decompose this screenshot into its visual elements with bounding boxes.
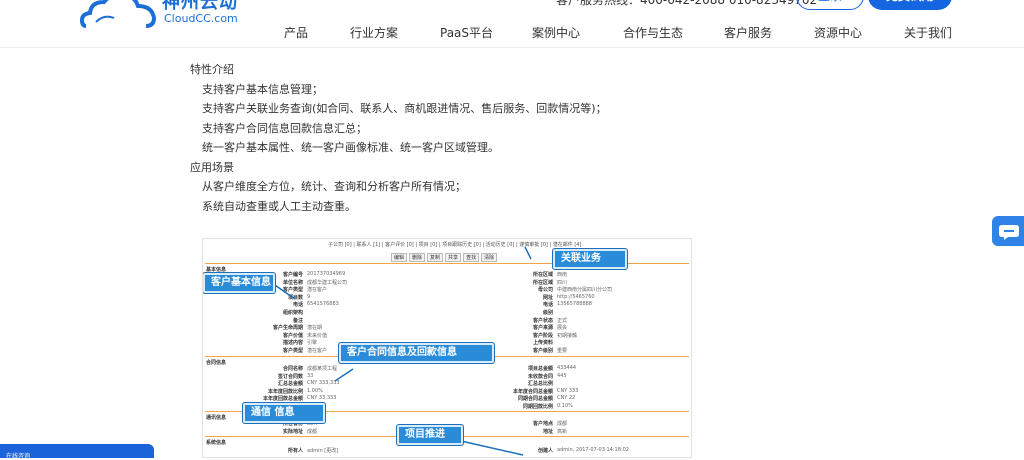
feature-item: 支持客户关联业务查询(如合同、联系人、商机跟进情况、售后服务、回款情况等)； bbox=[202, 102, 607, 115]
online-consult-text: 在线咨询 bbox=[6, 453, 31, 460]
login-button[interactable]: 登录 bbox=[796, 0, 864, 10]
logo-text-en: CloudCC.com bbox=[164, 12, 238, 25]
nav-item-about[interactable]: 关于我们 bbox=[904, 24, 952, 41]
callout-project-progress: 项目推进 bbox=[397, 425, 463, 445]
online-consult-bar[interactable]: 在线咨询 bbox=[0, 444, 154, 460]
crm-screenshot-image: 子公司 [0] | 联系人 [1] | 客户评价 [0] | 项目 [0] | … bbox=[202, 238, 692, 458]
free-trial-button[interactable]: 免费试用 bbox=[868, 0, 952, 10]
nav-item-paas[interactable]: PaaS平台 bbox=[440, 24, 493, 41]
callout-contact-info: 通信 信息 bbox=[243, 403, 325, 423]
nav-item-industry[interactable]: 行业方案 bbox=[350, 24, 398, 41]
scenario-item: 系统自动查重或人工主动查重。 bbox=[202, 199, 356, 213]
callout-contract-payment: 客户合同信息及回款信息 bbox=[339, 343, 494, 363]
feature-item: 支持客户基本信息管理； bbox=[202, 82, 323, 96]
nav-item-service[interactable]: 客户服务 bbox=[724, 24, 772, 41]
arrow-related bbox=[524, 246, 532, 260]
hotline-text: 客户服务热线：400-642-2088 010-82349702 bbox=[556, 0, 818, 7]
scenario-item: 从客户维度全方位，统计、查询和分析客户所有情况； bbox=[202, 180, 466, 193]
callout-customer-basic: 客户基本信息 bbox=[203, 273, 275, 293]
chat-bubble-icon bbox=[999, 225, 1019, 240]
top-header: 神州云动 CloudCC.com 客户服务热线：400-642-2088 010… bbox=[0, 0, 1024, 48]
features-heading: 特性介绍 bbox=[190, 63, 234, 76]
feature-item: 支持客户合同信息回款信息汇总； bbox=[202, 121, 367, 135]
scenarios-heading: 应用场景 bbox=[190, 160, 234, 174]
arrow-contract bbox=[334, 368, 354, 382]
arrow-project bbox=[460, 440, 524, 456]
nav-item-partners[interactable]: 合作与生态 bbox=[623, 24, 683, 41]
logo[interactable]: 神州云动 CloudCC.com bbox=[80, 0, 240, 36]
nav-item-cases[interactable]: 案例中心 bbox=[532, 24, 580, 41]
nav-item-resources[interactable]: 资源中心 bbox=[814, 24, 862, 41]
chat-button[interactable] bbox=[992, 216, 1024, 246]
cloud-logo-icon bbox=[80, 0, 157, 28]
feature-item: 统一客户基本属性、统一客户画像标准、统一客户区域管理。 bbox=[202, 141, 499, 154]
callout-related-business: 关联业务 bbox=[553, 249, 627, 269]
nav-item-products[interactable]: 产品 bbox=[284, 24, 308, 41]
article-body: 特性介绍 支持客户基本信息管理； 支持客户关联业务查询(如合同、联系人、商机跟进… bbox=[190, 60, 750, 216]
